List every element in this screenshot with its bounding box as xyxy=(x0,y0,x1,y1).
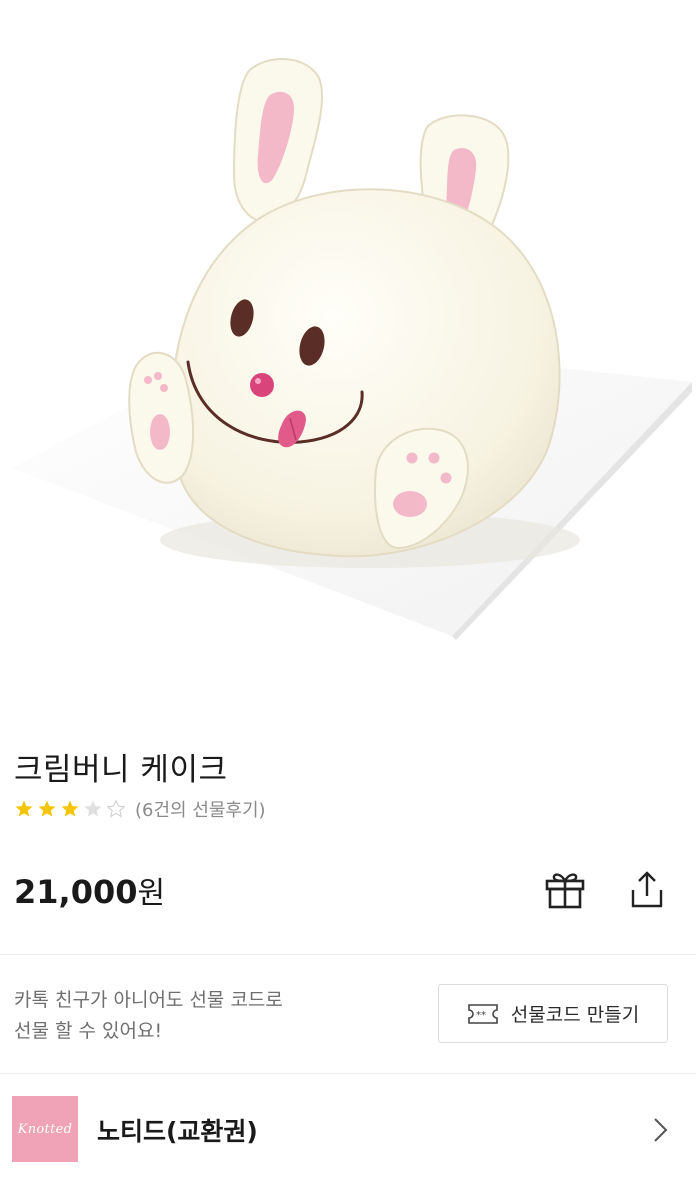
gift-icon xyxy=(545,873,585,909)
share-button[interactable] xyxy=(623,865,671,913)
brand-row[interactable]: Knotted 노티드(교환권) xyxy=(0,1074,696,1200)
price-amount: 21,000 xyxy=(14,873,138,911)
ticket-icon: ** xyxy=(467,1003,498,1024)
product-image[interactable] xyxy=(0,0,696,700)
product-price: 21,000원 xyxy=(14,868,165,912)
star-filled-icon xyxy=(61,800,79,817)
star-filled-icon xyxy=(15,800,33,817)
gift-code-description-line: 카톡 친구가 아니어도 선물 코드로 xyxy=(14,989,283,1011)
product-title: 크림버니 케이크 xyxy=(14,752,228,788)
create-gift-code-button[interactable]: ** 선물코드 만들기 xyxy=(438,984,668,1043)
divider xyxy=(0,954,696,955)
create-gift-code-label: 선물코드 만들기 xyxy=(510,1004,640,1026)
star-empty-icon xyxy=(106,799,126,818)
bunny-cake-illustration xyxy=(12,58,692,640)
svg-text:**: ** xyxy=(476,1010,486,1021)
gift-code-description-line: 선물 할 수 있어요! xyxy=(14,1020,163,1042)
gift-button[interactable] xyxy=(541,865,589,913)
brand-logo: Knotted xyxy=(12,1096,78,1162)
brand-logo-text: Knotted xyxy=(17,1121,73,1137)
review-count-link[interactable]: (6건의 선물후기) xyxy=(135,796,266,822)
share-icon xyxy=(631,871,663,908)
chevron-right-icon xyxy=(654,1118,668,1142)
gift-code-description: 카톡 친구가 아니어도 선물 코드로 선물 할 수 있어요! xyxy=(14,985,283,1047)
rating-row[interactable]: (6건의 선물후기) xyxy=(14,796,266,822)
star-empty-icon xyxy=(84,800,102,817)
price-unit: 원 xyxy=(137,876,166,911)
star-filled-icon xyxy=(38,800,56,817)
brand-name: 노티드(교환권) xyxy=(97,1117,258,1146)
